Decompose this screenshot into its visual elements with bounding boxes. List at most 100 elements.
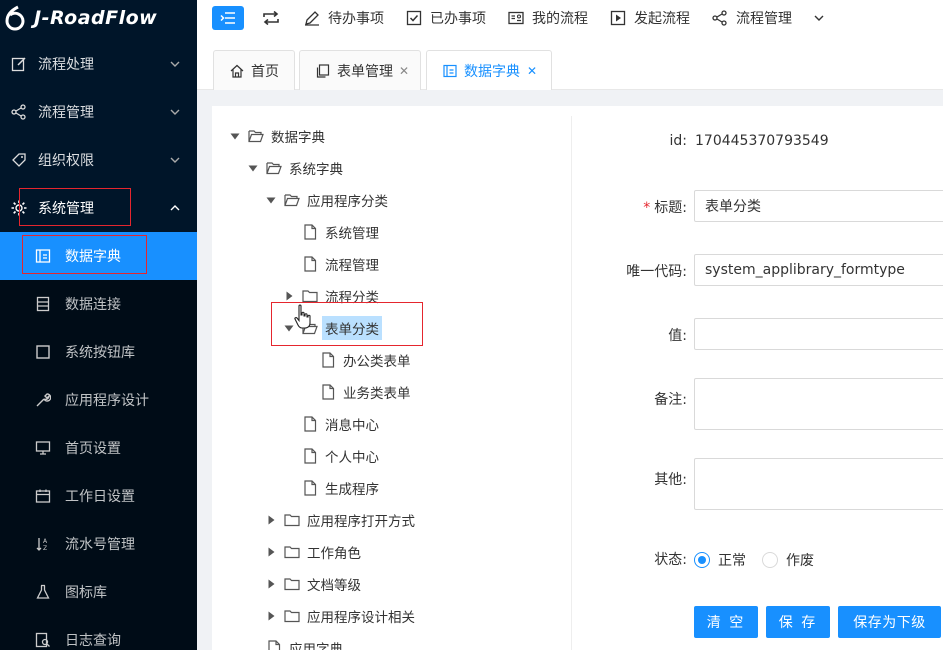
sidebar-item-label: 流水号管理 xyxy=(65,537,135,553)
sidebar-item-label: 数据字典 xyxy=(65,249,121,265)
sidebar-item-icon-library[interactable]: 图标库 xyxy=(0,568,197,616)
tree-node-label: 应用程序设计相关 xyxy=(307,610,415,626)
tree-node-label: 个人中心 xyxy=(325,450,379,466)
file-icon xyxy=(320,384,336,400)
status-radio-normal[interactable]: 正常 xyxy=(694,550,746,570)
tree-node[interactable]: 生成程序 xyxy=(282,476,382,500)
note-textarea[interactable] xyxy=(694,378,943,430)
sidebar-item-log-query[interactable]: 日志查询 xyxy=(0,616,197,650)
sidebar-item-serial-number[interactable]: AZ 流水号管理 xyxy=(0,520,197,568)
caret-down-icon[interactable] xyxy=(228,129,242,143)
caret-right-icon[interactable] xyxy=(264,545,278,559)
caret-right-icon[interactable] xyxy=(264,577,278,591)
top-nav-start-flow[interactable]: 发起流程 xyxy=(610,8,690,28)
folder-open-icon xyxy=(266,160,282,176)
tab-home[interactable]: 首页 xyxy=(213,50,295,90)
tree-node[interactable]: 个人中心 xyxy=(282,444,382,468)
value-input[interactable] xyxy=(694,318,943,350)
top-nav-label: 已办事项 xyxy=(430,11,486,27)
sidebar-menu-label: 系统管理 xyxy=(38,201,94,217)
tree-node[interactable]: 应用程序分类 xyxy=(264,188,391,212)
sidebar-item-label: 工作日设置 xyxy=(65,489,135,505)
title-input[interactable] xyxy=(694,190,943,222)
sidebar-item-data-connection[interactable]: 数据连接 xyxy=(0,280,197,328)
tree-node[interactable]: 业务类表单 xyxy=(300,380,414,404)
tree-node[interactable]: 应用字典 xyxy=(246,636,346,650)
title-label: * 标题: xyxy=(600,197,687,217)
sidebar-menu-flow-manage[interactable]: 流程管理 xyxy=(0,88,197,136)
top-nav-label: 我的流程 xyxy=(532,11,588,27)
tree-node[interactable]: 办公类表单 xyxy=(300,348,414,372)
status-radio-void[interactable]: 作废 xyxy=(762,550,814,570)
play-icon xyxy=(610,10,626,26)
tree-node-label: 工作角色 xyxy=(307,546,361,562)
top-nav-done[interactable]: 已办事项 xyxy=(406,8,486,28)
monitor-icon xyxy=(34,439,52,457)
caret-down-icon[interactable] xyxy=(264,193,278,207)
file-icon xyxy=(302,448,318,464)
tree-node[interactable]: 数据字典 xyxy=(228,124,328,148)
sidebar-item-home-settings[interactable]: 首页设置 xyxy=(0,424,197,472)
tree-node[interactable]: 消息中心 xyxy=(282,412,382,436)
tab-form-manage[interactable]: 表单管理 ✕ xyxy=(299,50,421,90)
sidebar: J-RoadFlow 流程处理 流程管理 组织权限 系统管理 数据字典 数据连接 xyxy=(0,0,197,650)
top-nav-my-flow[interactable]: 我的流程 xyxy=(508,8,588,28)
tree-node[interactable]: 应用程序设计相关 xyxy=(264,604,418,628)
sidebar-item-button-library[interactable]: 系统按钮库 xyxy=(0,328,197,376)
caret-right-icon[interactable] xyxy=(264,609,278,623)
copy-icon xyxy=(316,63,330,78)
app-logo[interactable]: J-RoadFlow xyxy=(0,0,197,36)
sidebar-item-label: 数据连接 xyxy=(65,297,121,313)
hand-cursor-icon xyxy=(294,304,311,329)
dictionary-icon xyxy=(443,64,457,78)
chevron-down-icon xyxy=(814,15,824,21)
close-icon[interactable]: ✕ xyxy=(399,64,409,78)
switch-button[interactable] xyxy=(260,7,282,29)
caret-right-icon[interactable] xyxy=(282,289,296,303)
folder-icon xyxy=(284,512,300,528)
save-as-child-button[interactable]: 保存为下级 xyxy=(838,606,941,638)
tree-node[interactable]: 系统管理 xyxy=(282,220,382,244)
tree-node[interactable]: 流程管理 xyxy=(282,252,382,276)
code-input[interactable] xyxy=(694,254,943,286)
sidebar-item-data-dictionary[interactable]: 数据字典 xyxy=(0,232,197,280)
tree-node[interactable]: 工作角色 xyxy=(264,540,364,564)
panel-divider xyxy=(571,116,572,650)
tab-data-dictionary[interactable]: 数据字典 ✕ xyxy=(426,50,552,91)
svg-text:A: A xyxy=(43,538,48,545)
sidebar-item-workday-settings[interactable]: 工作日设置 xyxy=(0,472,197,520)
file-icon xyxy=(302,224,318,240)
tree-node[interactable]: 应用程序打开方式 xyxy=(264,508,418,532)
collapse-menu-button[interactable] xyxy=(212,6,244,30)
top-nav-todo[interactable]: 待办事项 xyxy=(304,8,384,28)
top-nav-flow-manage[interactable]: 流程管理 xyxy=(712,8,792,28)
tree-node[interactable]: 文档等级 xyxy=(264,572,364,596)
svg-text:Z: Z xyxy=(43,545,47,552)
sidebar-item-app-design[interactable]: 应用程序设计 xyxy=(0,376,197,424)
sidebar-menu-system-manage[interactable]: 系统管理 xyxy=(0,184,197,232)
clear-button[interactable]: 清 空 xyxy=(694,606,758,638)
log-search-icon xyxy=(34,631,52,649)
caret-down-icon[interactable] xyxy=(246,161,260,175)
save-button[interactable]: 保 存 xyxy=(766,606,830,638)
file-icon xyxy=(302,480,318,496)
tree-node[interactable]: 系统字典 xyxy=(246,156,346,180)
sidebar-menu-org-permission[interactable]: 组织权限 xyxy=(0,136,197,184)
sidebar-item-label: 系统按钮库 xyxy=(65,345,135,361)
radio-label: 作废 xyxy=(786,553,814,569)
tree-node-label: 表单分类 xyxy=(322,316,382,340)
top-nav-more[interactable] xyxy=(814,15,828,21)
gear-icon xyxy=(10,199,28,217)
folder-open-icon xyxy=(248,128,264,144)
wrench-icon xyxy=(34,391,52,409)
id-card-icon xyxy=(508,10,524,26)
tree-node-label: 办公类表单 xyxy=(343,354,411,370)
sidebar-menu-flow-process[interactable]: 流程处理 xyxy=(0,40,197,88)
caret-right-icon[interactable] xyxy=(264,513,278,527)
sidebar-menu-label: 组织权限 xyxy=(38,153,94,169)
required-mark: * xyxy=(643,200,651,216)
sidebar-item-label: 首页设置 xyxy=(65,441,121,457)
close-icon[interactable]: ✕ xyxy=(526,64,538,78)
other-textarea[interactable] xyxy=(694,458,943,510)
